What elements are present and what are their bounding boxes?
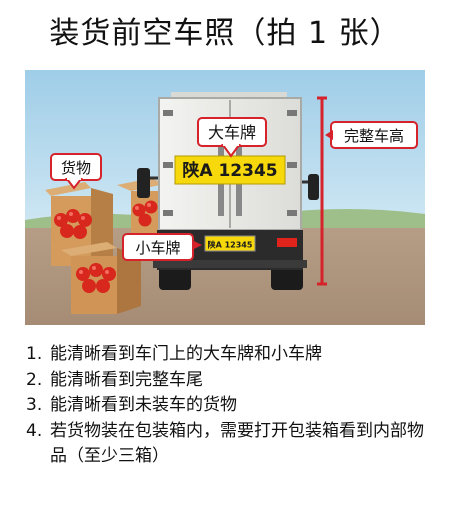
truck-illustration: 陕A 12345 陕A 12345 大车牌 完整车高 货物 小车牌	[25, 70, 425, 325]
instruction-item: 4. 若货物装在包装箱内，需要打开包装箱看到内部物品（至少三箱）	[26, 419, 436, 470]
instruction-number: 4.	[26, 420, 43, 441]
instruction-number: 2.	[26, 369, 43, 390]
instruction-item: 2. 能清晰看到完整车尾	[26, 368, 436, 394]
instructions-list: 1. 能清晰看到车门上的大车牌和小车牌 2. 能清晰看到完整车尾 3. 能清晰看…	[26, 342, 436, 470]
instruction-number: 3.	[26, 395, 43, 415]
instruction-item: 3. 能清晰看到未装车的货物	[26, 393, 436, 419]
instruction-text: 能清晰看到车门上的大车牌和小车牌	[50, 344, 322, 364]
callout-small-plate-label: 小车牌	[135, 239, 180, 257]
instruction-item: 1. 能清晰看到车门上的大车牌和小车牌	[26, 342, 436, 368]
instruction-text: 能清晰看到未装车的货物	[50, 395, 237, 415]
callout-small-plate: 小车牌	[122, 233, 202, 261]
callout-height-label: 完整车高	[344, 127, 404, 145]
small-plate-text: 陕A 12345	[208, 240, 253, 250]
instruction-number: 1.	[26, 344, 43, 364]
instruction-text: 能清晰看到完整车尾	[50, 369, 203, 390]
callout-cargo-label: 货物	[61, 159, 91, 177]
callout-height: 完整车高	[325, 121, 418, 149]
page-title: 装货前空车照（拍 1 张）	[49, 16, 401, 51]
callout-big-plate-label: 大车牌	[208, 123, 256, 142]
instruction-text: 若货物装在包装箱内，需要打开包装箱看到内部物品（至少三箱）	[50, 420, 424, 467]
big-plate-text: 陕A 12345	[182, 160, 277, 181]
